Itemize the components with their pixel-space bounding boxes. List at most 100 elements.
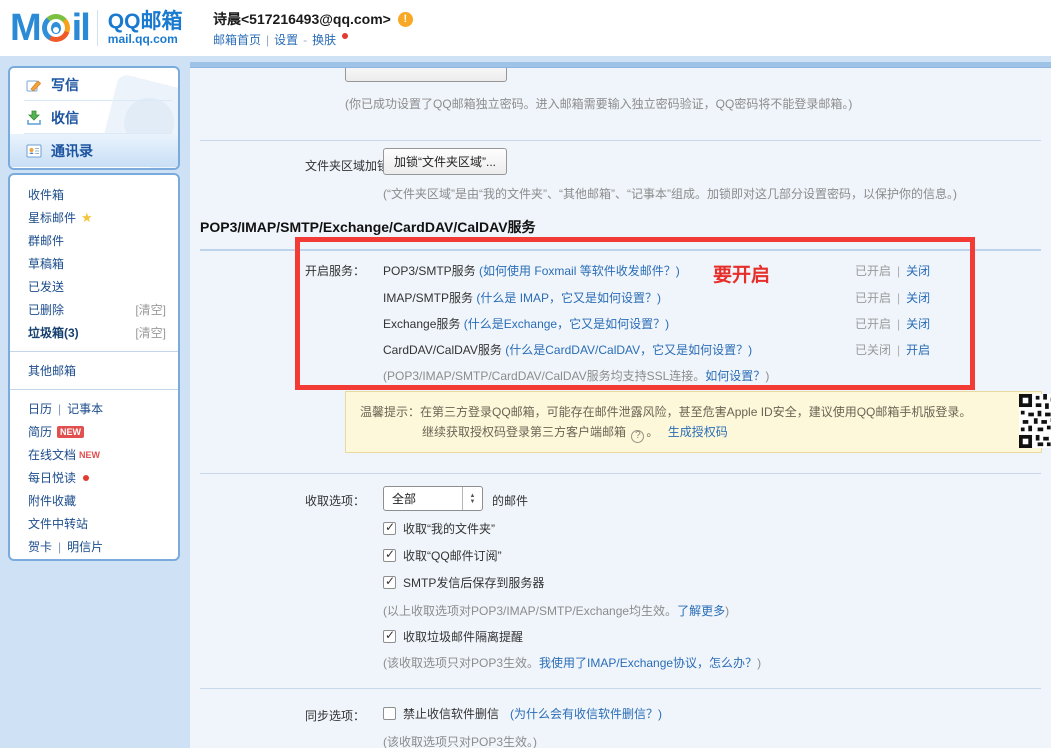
- sidebar-folders: 收件箱 星标邮件★ 群邮件 草稿箱 已发送 已删除[清空] 垃圾箱(3)[清空]…: [8, 173, 180, 561]
- section-divider: [200, 140, 1041, 141]
- forbid-delete-checkbox[interactable]: [383, 707, 396, 720]
- empty-junk-link[interactable]: [清空]: [135, 324, 166, 341]
- skin-new-dot: [342, 33, 348, 39]
- service-help-link[interactable]: (什么是Exchange，它又是如何设置？): [464, 317, 669, 331]
- status-text: 已开启: [855, 291, 891, 305]
- red-annotation-text: 要开启: [713, 260, 770, 287]
- sidebar-divider: [10, 389, 178, 390]
- smtp-save-checkbox[interactable]: [383, 576, 396, 589]
- spam-note: (该收取选项只对POP3生效。我使用了IMAP/Exchange协议，怎么办？): [383, 654, 761, 671]
- receive-label: 收信: [51, 108, 79, 128]
- lock-folder-area-button[interactable]: 加锁“文件夹区域”...: [383, 148, 507, 175]
- service-row-pop3: POP3/SMTP服务 (如何使用 Foxmail 等软件收发邮件？): [383, 262, 680, 279]
- service-name: IMAP/SMTP服务: [383, 291, 473, 305]
- nav-mail-home[interactable]: 邮箱首页: [213, 31, 261, 48]
- tip-line1: 在第三方登录QQ邮箱，可能存在邮件泄露风险，甚至危害Apple ID安全，建议使…: [420, 405, 971, 419]
- status-row-pop3: 已开启|关闭: [855, 262, 930, 279]
- sidebar-item-other-mailbox[interactable]: 其他邮箱: [10, 359, 178, 382]
- service-help-link[interactable]: (什么是CardDAV/CalDAV，它又是如何设置？): [505, 343, 752, 357]
- sidebar-item-attachments[interactable]: 附件收藏: [10, 489, 178, 512]
- sidebar-item-resume[interactable]: 简历 NEW: [10, 420, 178, 443]
- tip-line2: 继续获取授权码登录第三方客户端邮箱: [422, 425, 626, 439]
- imap-exchange-help-link[interactable]: 我使用了IMAP/Exchange协议，怎么办？: [539, 656, 757, 670]
- select-value: 全部: [384, 490, 462, 507]
- account-warning-icon[interactable]: !: [398, 12, 413, 27]
- new-badge: NEW: [57, 426, 84, 438]
- sync-options-label: 同步选项：: [305, 707, 365, 724]
- sidebar-item-file-transfer[interactable]: 文件中转站: [10, 512, 178, 535]
- sidebar-item-compose[interactable]: 写信: [10, 68, 178, 101]
- service-row-carddav: CardDAV/CalDAV服务 (什么是CardDAV/CalDAV，它又是如…: [383, 341, 752, 358]
- learn-more-link[interactable]: 了解更多: [677, 604, 725, 618]
- sidebar-item-calendar-notebook: 日历 | 记事本: [10, 397, 178, 420]
- my-folders-checkbox[interactable]: [383, 522, 396, 535]
- receive-suffix: 的邮件: [492, 492, 528, 509]
- qqmail-logo[interactable]: M il QQ邮箱 mail.qq.com: [10, 6, 182, 50]
- service-help-link[interactable]: (什么是 IMAP，它又是如何设置？): [476, 291, 661, 305]
- service-name: POP3/SMTP服务: [383, 264, 476, 278]
- spam-reminder-checkbox[interactable]: [383, 630, 396, 643]
- service-help-link[interactable]: (如何使用 Foxmail 等软件收发邮件？): [479, 264, 680, 278]
- sidebar-item-sent[interactable]: 已发送: [10, 275, 178, 298]
- status-row-exchange: 已开启|关闭: [855, 315, 930, 332]
- option-my-folders: 收取“我的文件夹”: [383, 520, 495, 537]
- close-service-link[interactable]: 关闭: [906, 317, 930, 331]
- service-row-exchange: Exchange服务 (什么是Exchange，它又是如何设置？): [383, 315, 669, 332]
- sidebar-item-contacts[interactable]: 通讯录: [10, 134, 178, 167]
- sidebar-item-inbox[interactable]: 收件箱: [10, 183, 178, 206]
- sync-note: (该收取选项只对POP3生效。): [383, 733, 537, 748]
- close-service-link[interactable]: 关闭: [906, 264, 930, 278]
- sidebar-item-online-docs[interactable]: 在线文档 NEW: [10, 443, 178, 466]
- contacts-label: 通讯录: [51, 141, 93, 161]
- option-qq-subscription: 收取“QQ邮件订阅”: [383, 547, 502, 564]
- qr-code: [1019, 394, 1051, 448]
- nav-dash: -: [303, 33, 307, 47]
- panel-top-bar: [190, 62, 1051, 68]
- ssl-how-link[interactable]: 如何设置？: [705, 369, 765, 383]
- sidebar-item-starred[interactable]: 星标邮件★: [10, 206, 178, 229]
- tip-box: 温馨提示：在第三方登录QQ邮箱，可能存在邮件泄露风险，甚至危害Apple ID安…: [345, 391, 1042, 453]
- receive-options-label: 收取选项：: [305, 492, 365, 509]
- sidebar-item-group-mail[interactable]: 群邮件: [10, 229, 178, 252]
- option-forbid-delete: 禁止收信软件删信 (为什么会有收信软件删信？): [383, 705, 662, 722]
- nav-skin[interactable]: 换肤: [312, 31, 336, 48]
- status-text: 已开启: [855, 317, 891, 331]
- header: M il QQ邮箱 mail.qq.com 诗晨<517216493@qq.co…: [0, 0, 1051, 56]
- calendar-link[interactable]: 日历: [28, 400, 52, 417]
- card-link[interactable]: 贺卡: [28, 538, 52, 555]
- why-delete-link[interactable]: (为什么会有收信软件删信？): [510, 705, 662, 722]
- status-text: 已开启: [855, 264, 891, 278]
- status-row-imap: 已开启|关闭: [855, 289, 930, 306]
- generate-auth-code-link[interactable]: 生成授权码: [668, 425, 728, 439]
- select-spinner-icon: ▲▼: [462, 487, 482, 510]
- nav-settings[interactable]: 设置: [274, 31, 298, 48]
- open-service-link[interactable]: 开启: [906, 343, 930, 357]
- notebook-link[interactable]: 记事本: [67, 400, 103, 417]
- qq-subscription-checkbox[interactable]: [383, 549, 396, 562]
- option-label: 禁止收信软件删信: [403, 705, 499, 722]
- empty-deleted-link[interactable]: [清空]: [135, 301, 166, 318]
- receive-scope-select[interactable]: 全部 ▲▼: [383, 486, 483, 511]
- sidebar-item-daily-read[interactable]: 每日悦读: [10, 466, 178, 489]
- option-spam-reminder: 收取垃圾邮件隔离提醒: [383, 628, 523, 645]
- help-icon[interactable]: ?: [631, 430, 644, 443]
- close-service-link[interactable]: 关闭: [906, 291, 930, 305]
- brand-name: QQ邮箱: [108, 11, 183, 33]
- sidebar-item-receive[interactable]: 收信: [10, 101, 178, 134]
- logo-letter-m: M: [10, 6, 40, 50]
- sidebar-item-junk[interactable]: 垃圾箱(3)[清空]: [10, 321, 178, 344]
- qqmail-settings-page: M il QQ邮箱 mail.qq.com 诗晨<517216493@qq.co…: [0, 0, 1051, 748]
- password-success-note: (你已成功设置了QQ邮箱独立密码。进入邮箱需要输入独立密码验证，QQ密码将不能登…: [345, 95, 852, 112]
- unread-dot: [83, 475, 89, 481]
- postcard-link[interactable]: 明信片: [67, 538, 103, 555]
- sidebar-item-drafts[interactable]: 草稿箱: [10, 252, 178, 275]
- sidebar-item-deleted[interactable]: 已删除[清空]: [10, 298, 178, 321]
- sidebar-actions: 写信 收信 通讯录: [8, 66, 180, 170]
- section-divider: [200, 473, 1041, 474]
- title-underline: [200, 249, 1041, 251]
- service-name: CardDAV/CalDAV服务: [383, 343, 502, 357]
- option-label: 收取垃圾邮件隔离提醒: [403, 628, 523, 645]
- logo-ring-icon: [42, 14, 70, 42]
- penguin-icon: [51, 22, 61, 34]
- option-label: SMTP发信后保存到服务器: [403, 574, 544, 591]
